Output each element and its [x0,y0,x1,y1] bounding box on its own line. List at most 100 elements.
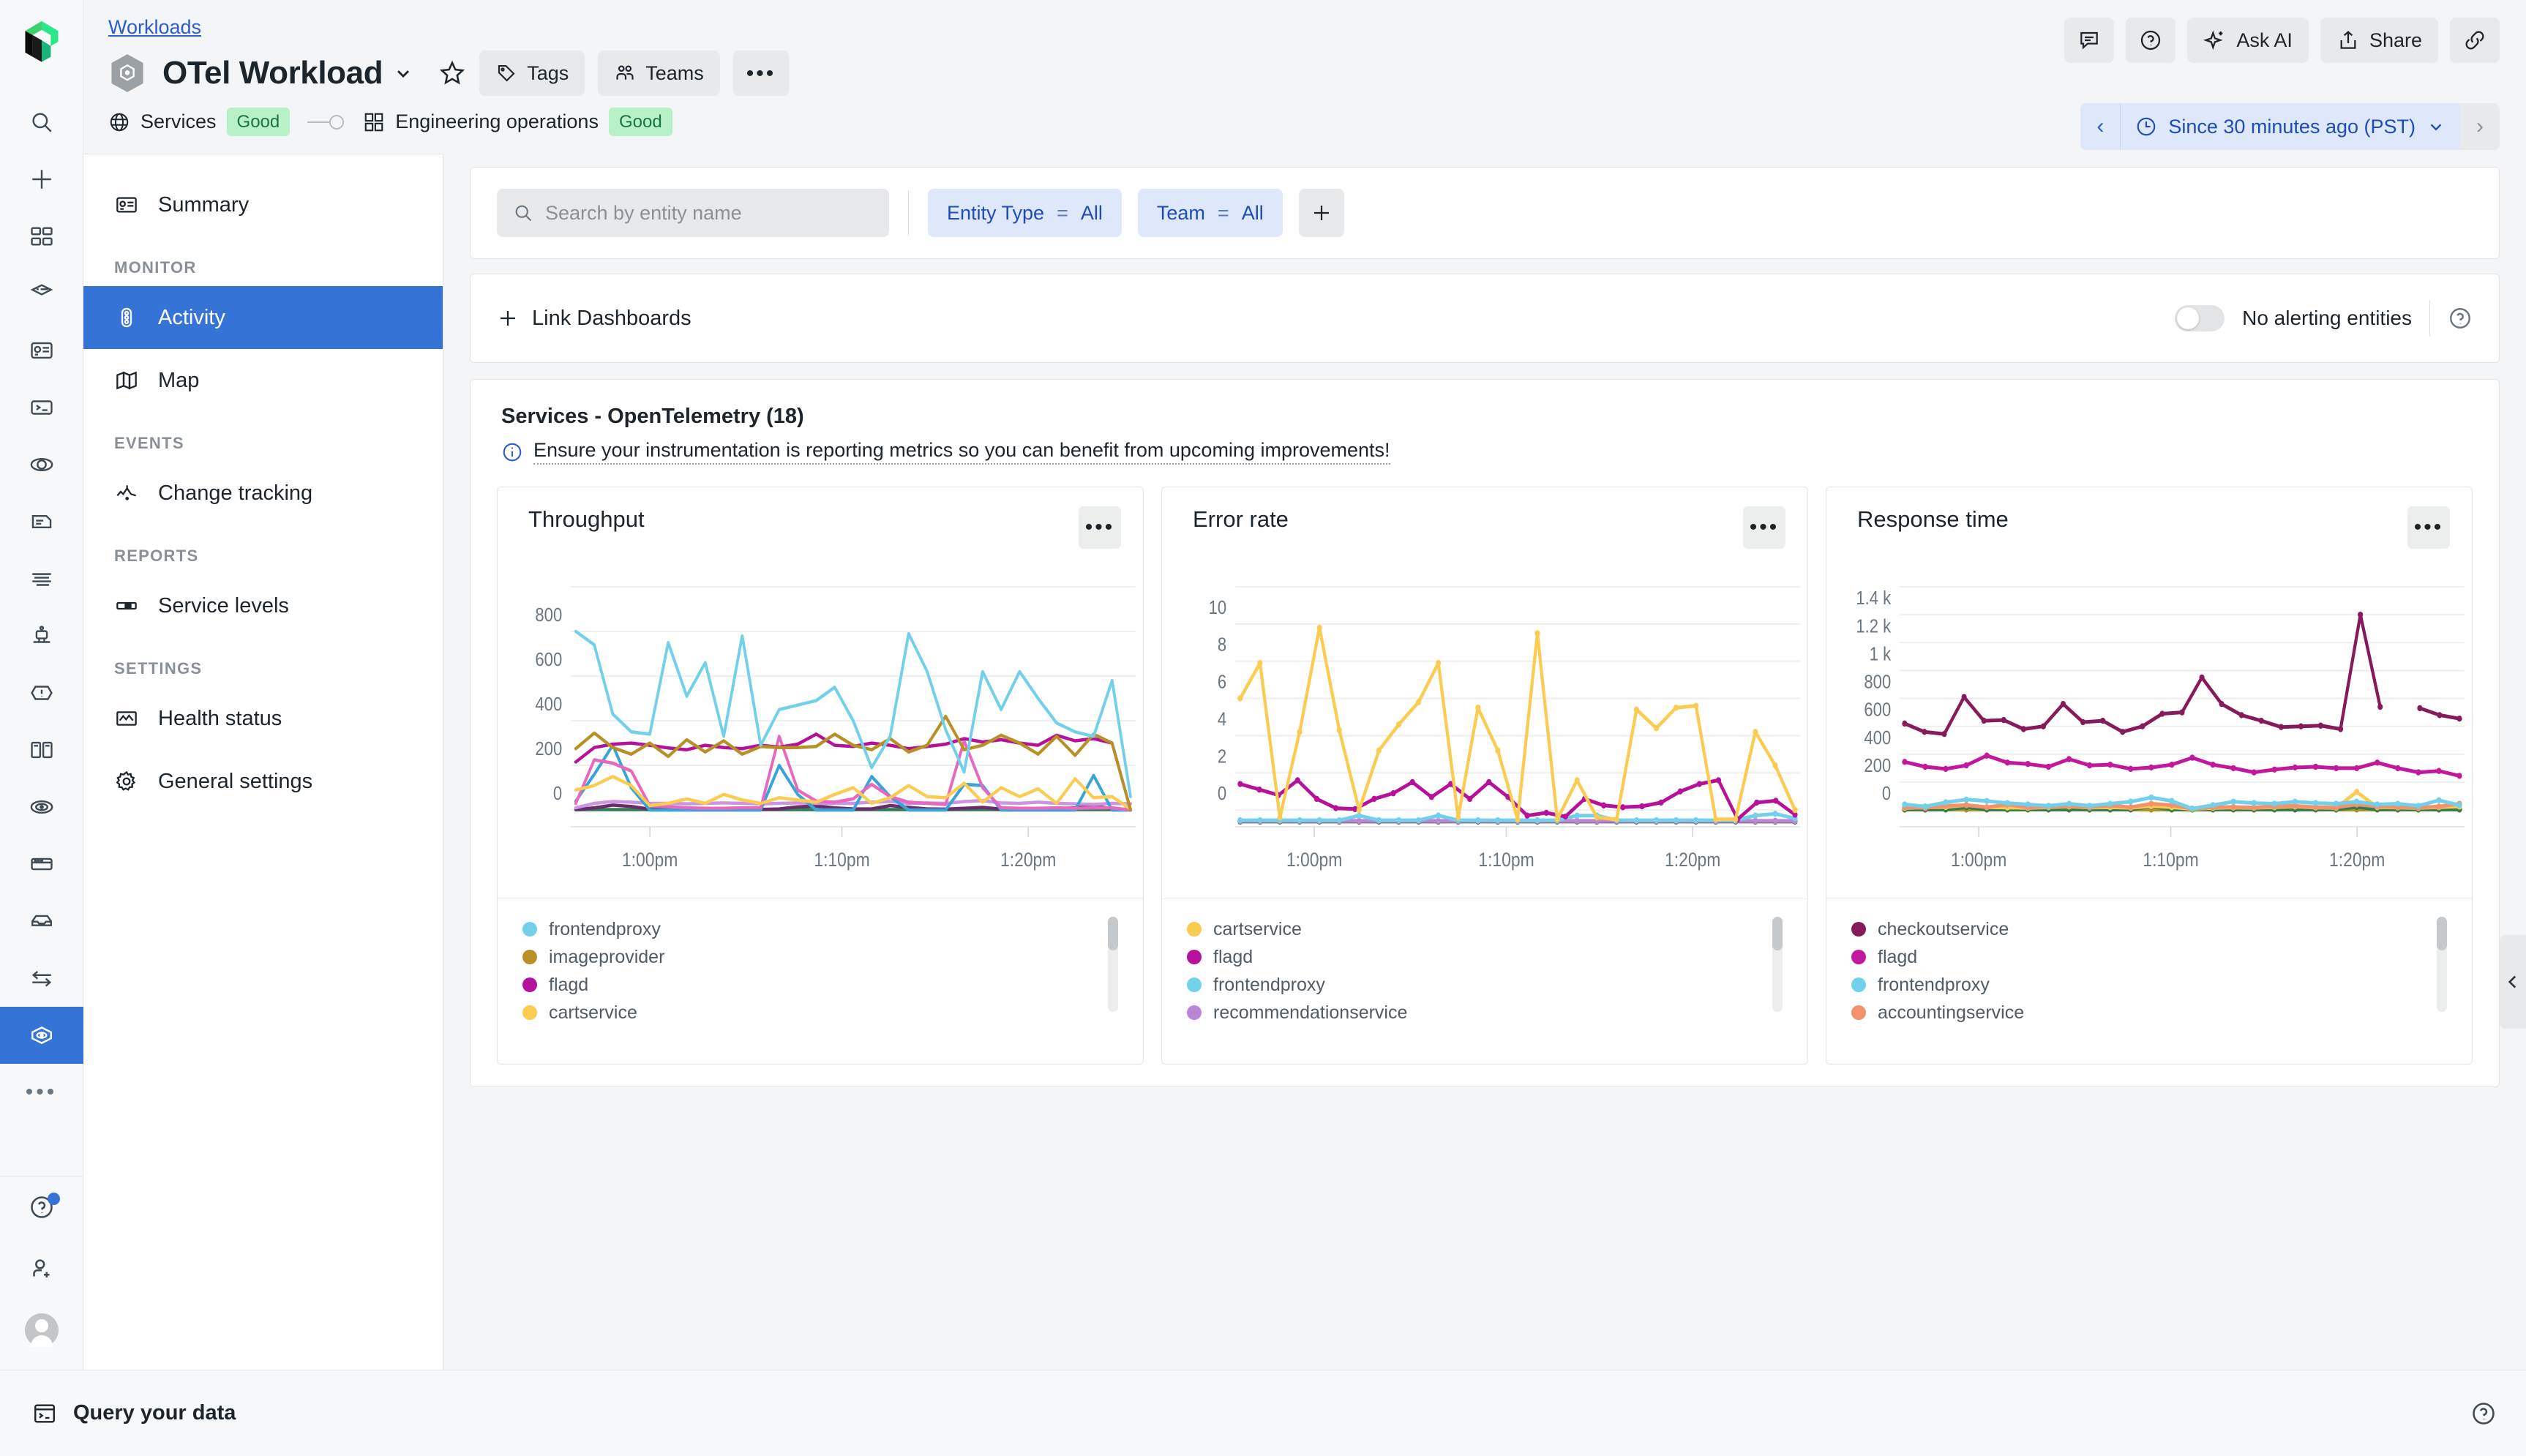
help-icon[interactable] [0,1177,83,1238]
legend-item[interactable]: frontendproxy [1187,971,1807,999]
browser-globe-icon[interactable] [0,436,83,493]
legend-item[interactable]: frontendproxy [1851,971,2472,999]
legend-scrollbar[interactable] [2437,917,2447,1013]
app-root: ••• Workloads OTel Workload Tags Teams •… [0,0,2526,1456]
ellipsis-icon: ••• [746,61,776,86]
entity-explorer-icon[interactable] [0,265,83,322]
filter-chip-team[interactable]: Team = All [1137,189,1283,238]
copy-link-button[interactable] [2450,18,2500,63]
legend-scrollbar[interactable] [1772,917,1783,1013]
legend-item[interactable]: cartservice [522,999,1143,1027]
legend-item[interactable]: checkoutservice [1851,915,2472,943]
integrations-arrows-icon[interactable] [0,950,83,1007]
chart-legend: checkoutservice flagd frontendproxy acco… [1826,899,2472,1031]
synthetics-robot-icon[interactable] [0,607,83,664]
header-more-button[interactable]: ••• [732,50,790,96]
legend-item[interactable]: imageprovider [522,943,1143,971]
legend-item[interactable]: flagd [1187,943,1807,971]
svg-text:1 k: 1 k [541,579,563,581]
crumb-services-status: Good [226,108,291,137]
filter-bar: Entity Type = All Team = All [470,167,2500,260]
sidebar-item-general-settings[interactable]: General settings [83,750,443,813]
chart-plot-area[interactable]: 1.6 k 1.4 k 1.2 k 1 k 800 600 400 200 0 1:00pm 1:1… [1826,579,2472,887]
sidebar-item-summary[interactable]: Summary [83,173,443,236]
crumb-engineering-operations[interactable]: Engineering operations Good [363,108,672,137]
search-icon[interactable] [0,94,83,151]
nav-section-reports: REPORTS [114,547,199,566]
link-dashboards-button[interactable]: Link Dashboards [497,307,692,331]
sidebar-item-health-status[interactable]: Health status [83,687,443,750]
tags-button[interactable]: Tags [479,50,585,96]
health-status-icon [114,706,139,731]
sparkle-icon [2203,29,2227,52]
chart-menu-button[interactable]: ••• [1079,506,1121,549]
chip-operator: = [1217,201,1229,224]
alerts-warning-icon[interactable] [0,664,83,721]
legend-item[interactable]: accountingservice [1851,999,2472,1027]
chip-value: All [1241,201,1264,224]
chart-menu-button[interactable]: ••• [2407,506,2450,549]
add-filter-button[interactable] [1298,189,1344,238]
new-relic-logo[interactable] [19,19,64,64]
ask-ai-button[interactable]: Ask AI [2187,18,2309,63]
more-dots-icon[interactable]: ••• [0,1064,83,1121]
feedback-button[interactable] [2064,18,2115,63]
svg-text:400: 400 [535,694,562,716]
sidebar-item-activity[interactable]: Activity [83,286,443,350]
legend-item[interactable]: flagd [522,971,1143,999]
question-circle-icon[interactable] [2448,306,2473,331]
bottom-help-button[interactable] [2470,1400,2497,1427]
sidebar-item-map[interactable]: Map [83,349,443,412]
time-next-button[interactable]: › [2460,103,2500,150]
star-icon[interactable] [438,59,466,87]
sidebar-item-service-levels[interactable]: Service levels [83,574,443,637]
no-alerting-entities-toggle[interactable] [2175,305,2225,332]
legend-color-swatch [522,977,537,993]
sidebar-item-change-tracking[interactable]: Change tracking [83,462,443,525]
header-help-button[interactable] [2126,18,2176,63]
legend-item[interactable]: recommendationservice [1187,999,1807,1027]
svg-text:800: 800 [1864,672,1891,693]
people-icon [614,62,636,84]
query-builder-icon[interactable] [0,379,83,436]
chart-plot-area[interactable]: 12 10 8 6 4 2 0 1:00pm 1:10pm 1:20pm [1162,579,1807,887]
chart-menu-button[interactable]: ••• [1743,506,1785,549]
reports-icon[interactable] [0,721,83,778]
collapse-panel-handle[interactable] [2500,935,2526,1029]
legend-label: frontendproxy [549,918,661,939]
legend-item[interactable]: frontendproxy [522,915,1143,943]
legend-item[interactable]: cartservice [1187,915,1807,943]
time-prev-button[interactable]: ‹ [2080,103,2121,150]
search-input[interactable] [545,201,873,225]
share-button[interactable]: Share [2320,18,2438,63]
sidebar-item-label: Change tracking [158,481,313,505]
entities-info-note[interactable]: Ensure your instrumentation is reporting… [471,429,2499,465]
apm-target-icon[interactable] [0,778,83,836]
teams-button[interactable]: Teams [598,50,720,96]
avatar[interactable] [0,1299,83,1361]
crumb-services[interactable]: Services Good [108,108,291,137]
filter-chip-entity-type[interactable]: Entity Type = All [928,189,1122,238]
invite-user-icon[interactable] [0,1238,83,1299]
infrastructure-icon[interactable] [0,836,83,893]
workloads-icon[interactable] [0,1007,83,1064]
breadcrumb-workloads[interactable]: Workloads [108,16,201,39]
time-range-button[interactable]: Since 30 minutes ago (PST) [2120,103,2460,150]
plus-icon[interactable] [0,151,83,208]
help-notification-badge [48,1193,60,1205]
search-box[interactable] [497,189,889,238]
apps-grid-icon[interactable] [0,208,83,265]
dashboards-icon[interactable] [0,322,83,379]
query-your-data-button[interactable]: Query your data [32,1401,236,1426]
chevron-down-icon[interactable] [393,63,413,83]
logs-icon[interactable] [0,493,83,550]
inbox-icon[interactable] [0,893,83,950]
legend-item[interactable]: flagd [1851,943,2472,971]
traces-icon[interactable] [0,550,83,607]
chart-plot-area[interactable]: 1 k 800 600 400 200 0 1:00pm 1:10pm 1:20pm [498,579,1143,887]
svg-text:8: 8 [1218,634,1226,656]
entity-breadcrumb-bar: Services Good Engineering operations Goo… [83,96,2526,154]
sidebar-item-label: Summary [158,192,250,217]
rail-icon-list: ••• [0,94,83,1121]
legend-scrollbar[interactable] [1108,917,1118,1013]
